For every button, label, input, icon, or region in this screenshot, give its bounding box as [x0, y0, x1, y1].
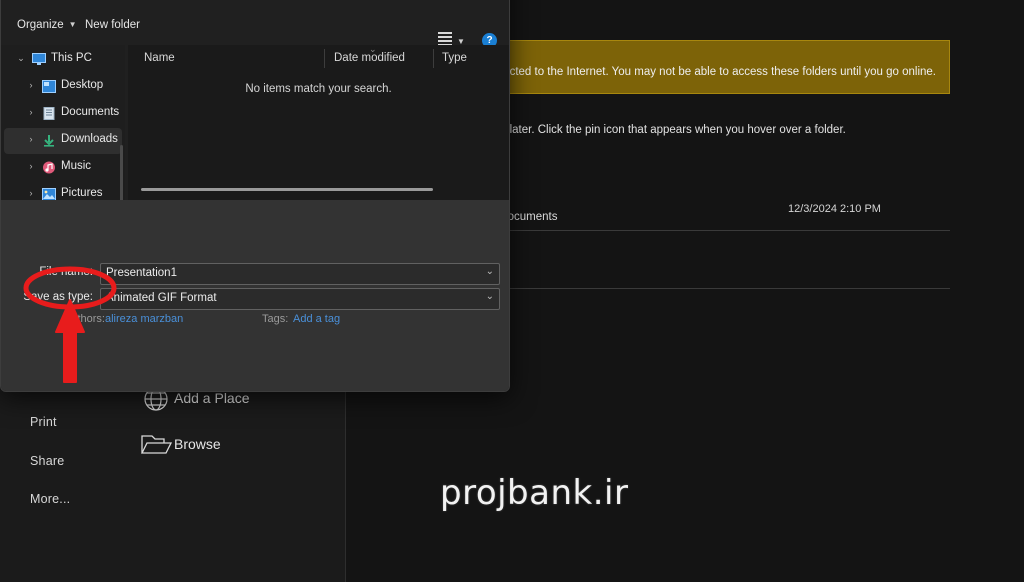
organize-label: Organize	[17, 19, 64, 31]
column-header-type[interactable]: Type	[442, 45, 467, 71]
save-as-type-select[interactable]: Animated GIF Format ⌄	[100, 288, 500, 310]
save-as-type-label: Save as type:	[23, 291, 93, 303]
tree-label: This PC	[51, 52, 92, 64]
file-name-value: Presentation1	[106, 267, 177, 279]
tree-label: Music	[61, 160, 92, 172]
tree-item-music[interactable]: › Music	[4, 155, 122, 181]
pin-folder-hint-text: ...later. Click the pin icon that appear…	[500, 124, 846, 136]
place-item-browse[interactable]: Browse	[174, 436, 221, 452]
monitor-icon	[32, 53, 46, 66]
dialog-form-area: File name: Presentation1 ⌄ Save as type:…	[1, 200, 509, 391]
backstage-nav-more[interactable]: More...	[30, 492, 70, 506]
tree-item-this-pc[interactable]: ⌄ This PC	[4, 47, 122, 73]
navigation-tree-pane: ⌄ This PC › Desktop › Documents › Downlo…	[1, 45, 125, 235]
save-as-type-value: Animated GIF Format	[106, 292, 217, 304]
file-list-horizontal-scrollbar[interactable]	[141, 188, 433, 191]
authors-value[interactable]: alireza marzban	[105, 313, 183, 325]
chevron-right-icon[interactable]: ›	[24, 80, 38, 90]
file-name-input[interactable]: Presentation1 ⌄	[100, 263, 500, 285]
folder-open-icon	[140, 431, 173, 462]
file-list-pane: Name ⌄ Date modified Type No items match…	[128, 44, 509, 200]
column-separator-1[interactable]	[324, 49, 325, 68]
dialog-toolbar: Organize ▼ New folder ▼ ?	[1, 13, 509, 48]
chevron-down-icon[interactable]: ⌄	[486, 291, 494, 302]
organize-button[interactable]: Organize ▼	[17, 19, 77, 31]
backstage-nav-print[interactable]: Print	[30, 415, 57, 429]
chevron-down-icon[interactable]: ⌄	[14, 53, 28, 64]
tree-item-downloads[interactable]: › Downloads	[4, 128, 122, 154]
chevron-down-icon: ▼	[68, 20, 77, 30]
music-icon	[42, 161, 56, 174]
recent-divider-1	[498, 230, 950, 231]
offline-warning-text: ...cted to the Internet. You may not be …	[500, 66, 937, 78]
chevron-right-icon[interactable]: ›	[24, 188, 38, 198]
backstage-nav-share[interactable]: Share	[30, 454, 64, 468]
add-a-tag-link[interactable]: Add a tag	[293, 313, 340, 325]
tags-label: Tags:	[262, 313, 289, 325]
place-item-add-a-place[interactable]: Add a Place	[174, 390, 250, 406]
tree-label: Pictures	[61, 187, 103, 199]
download-icon	[42, 134, 56, 147]
chevron-right-icon[interactable]: ›	[24, 107, 38, 117]
site-watermark: projbank.ir	[440, 473, 629, 513]
tree-label: Desktop	[61, 79, 104, 91]
tree-item-desktop[interactable]: › Desktop	[4, 74, 122, 100]
column-separator-2[interactable]	[433, 49, 434, 68]
recent-folder-date: 12/3/2024 2:10 PM	[788, 203, 881, 215]
column-header-date-modified[interactable]: Date modified	[334, 45, 405, 71]
desktop-icon	[42, 80, 56, 93]
chevron-right-icon[interactable]: ›	[24, 134, 38, 144]
column-header-name[interactable]: Name	[144, 45, 175, 71]
file-name-label: File name:	[39, 266, 93, 278]
screenshot-root: Print Share More... Add a Place Browse .…	[0, 0, 1024, 582]
save-as-dialog: Organize ▼ New folder ▼ ? ⌄ This PC › De…	[0, 0, 510, 392]
document-icon	[42, 107, 56, 120]
tree-label: Documents	[61, 106, 120, 118]
chevron-down-icon[interactable]: ⌄	[486, 266, 494, 277]
tree-label: Downloads	[61, 133, 118, 145]
new-folder-button[interactable]: New folder	[85, 19, 140, 31]
authors-label: Authors:	[64, 313, 105, 325]
chevron-right-icon[interactable]: ›	[24, 161, 38, 171]
tree-item-documents[interactable]: › Documents	[4, 101, 122, 127]
recent-divider-2	[498, 288, 950, 289]
empty-list-message: No items match your search.	[245, 83, 392, 95]
dialog-top-stub	[1, 0, 509, 11]
